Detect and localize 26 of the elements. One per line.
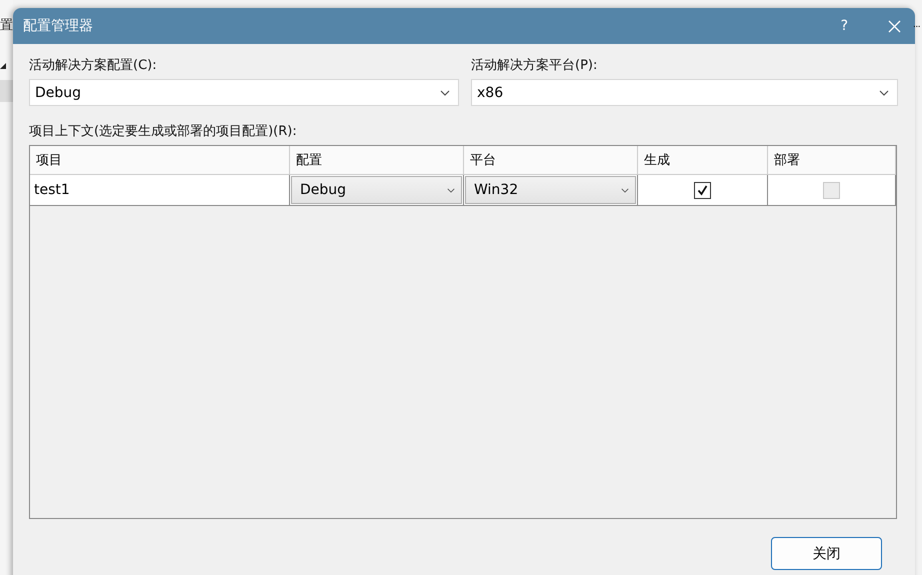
- help-button[interactable]: ?: [840, 18, 848, 34]
- column-header: 项目: [30, 146, 290, 175]
- platform-dropdown[interactable]: Win32: [465, 176, 636, 204]
- checkmark-icon: [697, 184, 708, 196]
- configuration-dropdown[interactable]: Debug: [291, 176, 462, 204]
- triangle-icon: [0, 63, 6, 69]
- field-label: 活动解决方案平台(P):: [471, 57, 598, 74]
- close-icon[interactable]: [888, 20, 901, 32]
- chevron-down-icon: [440, 90, 450, 96]
- window-title: 配置管理器: [23, 17, 94, 35]
- list-row-highlight: [0, 80, 13, 102]
- table-cell: test1: [30, 175, 290, 206]
- chevron-down-icon: [879, 90, 889, 96]
- column-header: 生成: [638, 146, 768, 175]
- platform-dropdown[interactable]: x86: [471, 79, 898, 106]
- configuration-dropdown[interactable]: Debug: [29, 79, 459, 106]
- column-header: 部署: [768, 146, 896, 175]
- column-header: 配置: [290, 146, 464, 175]
- background-text: 置: [0, 17, 13, 34]
- close-button[interactable]: 关闭: [771, 537, 882, 570]
- chevron-down-icon: [621, 188, 629, 192]
- checkbox[interactable]: [694, 182, 711, 198]
- chevron-down-icon: [447, 188, 455, 192]
- field-label: 活动解决方案配置(C):: [29, 57, 158, 74]
- column-header: 平台: [464, 146, 638, 175]
- table-label: 项目上下文(选定要生成或部署的项目配置)(R):: [29, 123, 298, 140]
